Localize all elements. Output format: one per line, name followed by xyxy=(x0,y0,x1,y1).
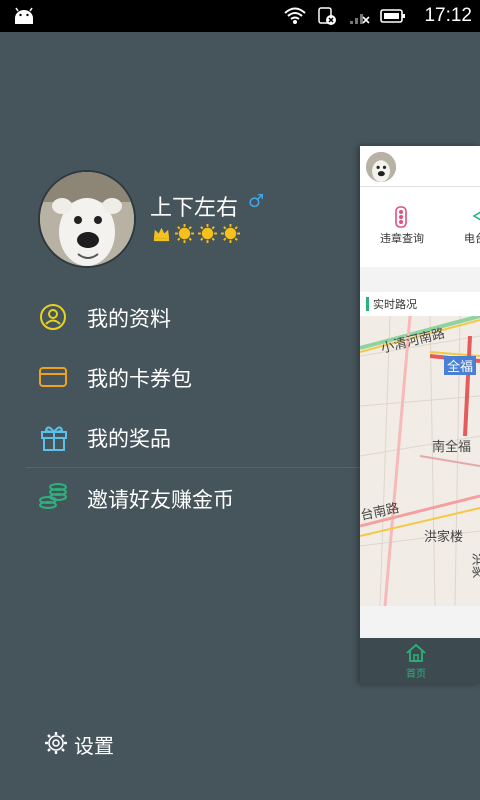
signal-icon xyxy=(350,14,370,24)
wifi-icon xyxy=(284,7,306,24)
sun-icon xyxy=(198,224,217,243)
map-label: 洪家楼 xyxy=(424,530,464,545)
gender-male-icon: ♂ xyxy=(248,191,265,212)
menu-item-label: 我的资料 xyxy=(87,307,171,331)
main-content-peek[interactable]: 违章查询 电台 实时路况 小清河南路 全福 南全福 台南路 xyxy=(360,146,480,684)
username: 上下左右 xyxy=(150,196,239,221)
battery-icon xyxy=(380,9,405,23)
bear-avatar-image xyxy=(366,152,396,182)
home-icon xyxy=(406,643,426,662)
status-bar: 17:12 xyxy=(0,0,480,32)
settings-button[interactable]: 设置 xyxy=(44,728,134,760)
traffic-light-icon[interactable] xyxy=(390,206,412,228)
tab-home-label: 首页 xyxy=(406,669,426,680)
main-top-bar xyxy=(360,146,480,187)
menu-item-my-profile[interactable]: 我的资料 xyxy=(0,287,360,347)
menu-item-label: 我的奖品 xyxy=(87,427,171,451)
traffic-section-header: 实时路况 xyxy=(360,292,480,316)
coins-icon xyxy=(39,483,67,509)
map-label: 南全福 xyxy=(432,440,472,455)
menu-item-my-prizes[interactable]: 我的奖品 xyxy=(0,407,360,467)
traffic-title: 实时路况 xyxy=(373,298,417,311)
mini-avatar[interactable] xyxy=(366,152,396,182)
tab-home[interactable]: 首页 xyxy=(396,643,436,681)
user-level-badges xyxy=(152,224,240,243)
gift-icon xyxy=(41,426,67,451)
quick-action-radio[interactable]: 电台 xyxy=(464,230,480,246)
card-icon xyxy=(39,367,67,387)
avatar[interactable] xyxy=(38,170,136,268)
traffic-map[interactable]: 小清河南路 全福 南全福 台南路 洪家楼 洪家 xyxy=(360,314,480,607)
menu-item-label: 我的卡券包 xyxy=(87,367,192,391)
menu-item-label: 邀请好友赚金币 xyxy=(87,488,234,512)
android-icon xyxy=(15,7,33,24)
map-label: 全福 xyxy=(444,356,477,375)
radio-icon[interactable] xyxy=(470,208,480,224)
sim-icon xyxy=(318,7,336,25)
quick-action-violation[interactable]: 违章查询 xyxy=(380,230,440,246)
profile-icon xyxy=(40,304,66,330)
settings-label: 设置 xyxy=(74,734,114,758)
menu-item-invite-friends[interactable]: 邀请好友赚金币 xyxy=(0,468,360,528)
bottom-tab-bar: 首页 xyxy=(360,638,480,684)
quick-actions xyxy=(360,187,480,267)
crown-icon xyxy=(153,227,170,242)
gear-icon xyxy=(45,732,67,754)
map-label: 洪家 xyxy=(469,552,480,579)
clock: 17:12 xyxy=(424,5,472,26)
section-accent-bar xyxy=(366,297,369,311)
menu-item-card-wallet[interactable]: 我的卡券包 xyxy=(0,347,360,407)
sun-icon xyxy=(175,224,194,243)
sun-icon xyxy=(221,224,240,243)
bear-avatar-image xyxy=(40,172,134,266)
